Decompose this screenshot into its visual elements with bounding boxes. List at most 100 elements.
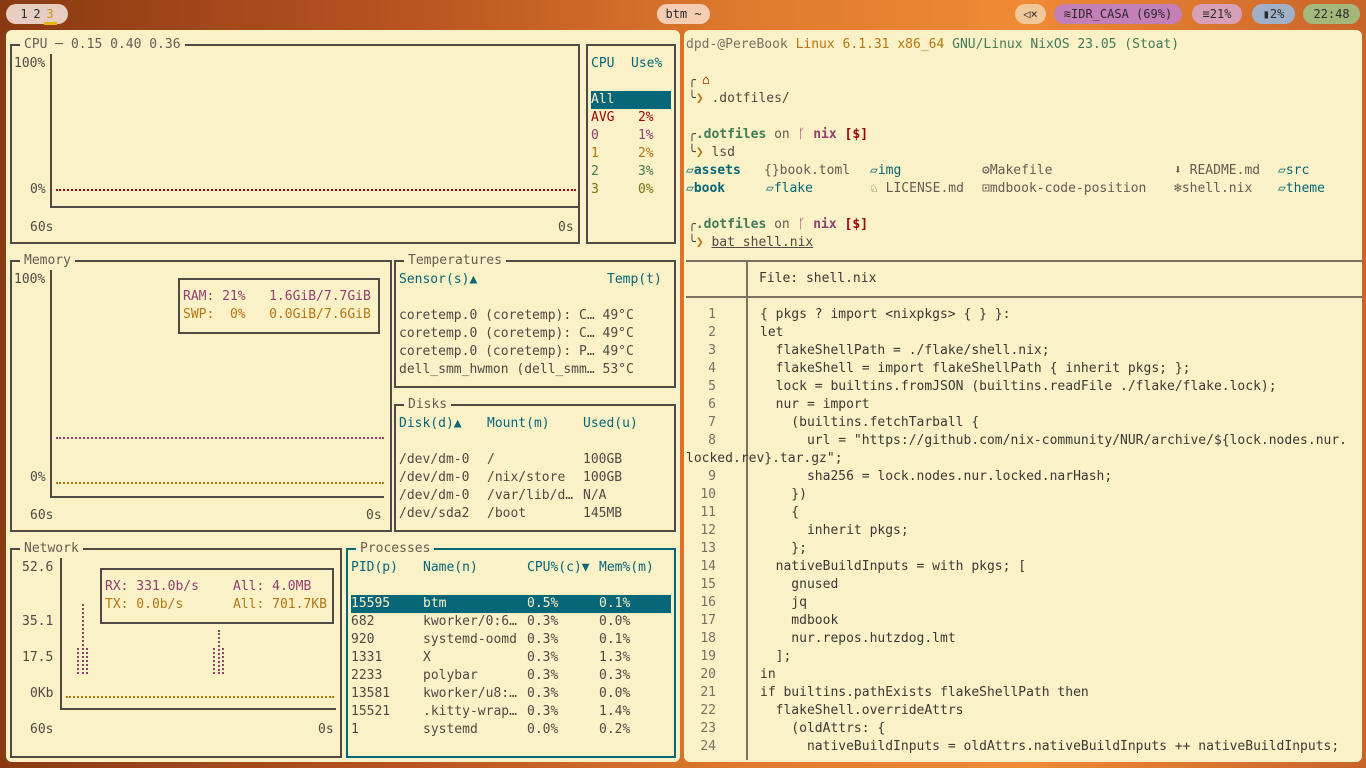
- line-number: 12: [700, 523, 716, 538]
- name-column-header[interactable]: Name(n): [423, 559, 478, 577]
- process-cell[interactable]: 0.3%: [527, 649, 558, 667]
- line-number: 4: [708, 361, 716, 376]
- temp-row[interactable]: dell_smm_hwmon (dell_smm… 53°C: [399, 361, 634, 379]
- process-cell[interactable]: 1331: [351, 649, 382, 667]
- disk-cell[interactable]: 100GB: [583, 451, 622, 469]
- lsd-row: ▱img: [870, 163, 902, 178]
- workspace-2[interactable]: 2: [31, 4, 44, 24]
- rx-rate: RX: 331.0b/s: [105, 579, 199, 594]
- code-line: (oldAttrs: {: [760, 721, 886, 736]
- wifi-indicator[interactable]: ≋IDR_CASA (69%): [1054, 4, 1182, 24]
- process-cell[interactable]: kworker/u8:…: [423, 685, 517, 703]
- process-cell[interactable]: 0.5%: [527, 595, 559, 613]
- cpu-legend-row-0[interactable]: 0 1%: [591, 127, 654, 145]
- cpu-legend-row-avg[interactable]: AVG 2%: [591, 109, 654, 127]
- mem-column-header[interactable]: Mem%(m): [599, 559, 654, 577]
- process-cell[interactable]: 0.2%: [599, 721, 630, 739]
- process-cell[interactable]: 0.0%: [527, 721, 558, 739]
- network-widget[interactable]: Network 52.6 35.1 17.5 0Kb RX: 331.0b/s …: [10, 540, 342, 758]
- used-column-header[interactable]: Used(u): [583, 415, 638, 433]
- disk-cell[interactable]: /boot: [487, 505, 526, 523]
- code-line: nativeBuildInputs = oldAttrs.nativeBuild…: [760, 739, 1340, 754]
- process-cell[interactable]: 0.3%: [599, 667, 630, 685]
- process-cell[interactable]: polybar: [423, 667, 478, 685]
- process-cell[interactable]: systemd: [423, 721, 478, 739]
- memory-widget[interactable]: Memory 100% 0% RAM: 21% 1.6GiB/7.7GiB SW…: [10, 252, 392, 532]
- process-cell[interactable]: 15521: [351, 703, 390, 721]
- folder-icon: ▱: [686, 163, 694, 178]
- workspace-1[interactable]: 1: [18, 4, 31, 24]
- network-legend: RX: 331.0b/s All: 4.0MB TX: 0.0b/s All: …: [100, 568, 334, 624]
- rx-spike: [213, 648, 215, 674]
- code-line: locked.rev}.tar.gz";: [686, 451, 843, 466]
- temp-column-header[interactable]: Temp(t): [607, 271, 662, 289]
- memory-indicator: ≡21%: [1192, 4, 1242, 24]
- disk-cell[interactable]: N/A: [583, 487, 606, 505]
- process-cell[interactable]: 0.0%: [599, 685, 630, 703]
- disk-cell[interactable]: /dev/sda2: [399, 505, 469, 523]
- process-cell[interactable]: 0.3%: [527, 703, 558, 721]
- temp-row[interactable]: coretemp.0 (coretemp): C… 49°C: [399, 325, 634, 343]
- cpu-legend-row-3[interactable]: 3 0%: [591, 181, 654, 199]
- rx-spike: [218, 630, 220, 674]
- process-cell[interactable]: X: [423, 649, 431, 667]
- cpu-legend[interactable]: CPU Use% All AVG 2% 0 1% 1 2% 2 3% 3 0%: [586, 44, 676, 244]
- network-y-label: 17.5: [22, 650, 54, 665]
- temperatures-widget[interactable]: Temperatures Sensor(s)▲ Temp(t) coretemp…: [394, 252, 676, 388]
- rx-total: All: 4.0MB: [233, 579, 312, 594]
- disk-cell[interactable]: /dev/dm-0: [399, 469, 469, 487]
- process-cell[interactable]: systemd-oomd: [423, 631, 517, 649]
- cpu-y-top: 100%: [14, 56, 46, 71]
- temp-row[interactable]: coretemp.0 (coretemp): C… 49°C: [399, 307, 634, 325]
- process-cell[interactable]: 0.3%: [527, 667, 558, 685]
- cpu-legend-row-all[interactable]: All: [591, 91, 671, 109]
- process-cell[interactable]: kworker/0:6…: [423, 613, 517, 631]
- memory-y-bottom: 0%: [30, 470, 46, 485]
- cpu-column-header[interactable]: CPU%(c)▼: [527, 559, 590, 577]
- code-line: if builtins.pathExists flakeShellPath th…: [760, 685, 1089, 700]
- cpu-widget[interactable]: CPU ─ 0.15 0.40 0.36 100% 0% 60s 0s: [10, 36, 580, 244]
- disk-cell[interactable]: /dev/dm-0: [399, 451, 469, 469]
- sensor-column-header[interactable]: Sensor(s)▲: [399, 271, 477, 289]
- process-cell[interactable]: 682: [351, 613, 374, 631]
- process-cell[interactable]: 0.3%: [527, 631, 558, 649]
- process-cell[interactable]: btm: [423, 595, 447, 613]
- process-cell[interactable]: 0.1%: [599, 595, 631, 613]
- disk-cell[interactable]: 100GB: [583, 469, 622, 487]
- process-cell[interactable]: 0.3%: [527, 613, 558, 631]
- process-cell[interactable]: 15595: [351, 595, 391, 613]
- cpu-legend-row-1[interactable]: 1 2%: [591, 145, 654, 163]
- pid-column-header[interactable]: PID(p): [351, 559, 398, 577]
- mount-column-header[interactable]: Mount(m): [487, 415, 550, 433]
- disk-cell[interactable]: /nix/store: [487, 469, 565, 487]
- process-cell[interactable]: .kitty-wrap…: [423, 703, 517, 721]
- process-cell[interactable]: 2233: [351, 667, 382, 685]
- network-y-label: 35.1: [22, 614, 54, 629]
- disk-cell[interactable]: 145MB: [583, 505, 622, 523]
- temp-row[interactable]: coretemp.0 (coretemp): P… 49°C: [399, 343, 634, 361]
- folder-icon: ▱: [1278, 181, 1286, 196]
- disk-cell[interactable]: /var/lib/d…: [487, 487, 573, 505]
- disk-cell[interactable]: /: [487, 451, 495, 469]
- volume-muted-icon[interactable]: ◁×: [1015, 4, 1046, 24]
- process-cell[interactable]: 1: [351, 721, 359, 739]
- rx-spike: [77, 648, 79, 674]
- cpu-legend-row-2[interactable]: 2 3%: [591, 163, 654, 181]
- memory-icon: ≡: [1202, 7, 1210, 21]
- process-cell[interactable]: 1.4%: [599, 703, 630, 721]
- swap-usage: SWP: 0% 0.0GiB/7.6GiB: [183, 307, 371, 322]
- workspace-3-active[interactable]: 3: [43, 7, 57, 25]
- process-cell[interactable]: 1.3%: [599, 649, 630, 667]
- disk-cell[interactable]: /dev/dm-0: [399, 487, 469, 505]
- process-cell[interactable]: 0.1%: [599, 631, 630, 649]
- disks-widget[interactable]: Disks Disk(d)▲ Mount(m) Used(u) /dev/dm-…: [394, 396, 676, 532]
- process-cell[interactable]: 0.0%: [599, 613, 630, 631]
- processes-widget[interactable]: Processes PID(p) Name(n) CPU%(c)▼ Mem%(m…: [346, 540, 676, 758]
- disk-column-header[interactable]: Disk(d)▲: [399, 415, 462, 433]
- process-cell[interactable]: 0.3%: [527, 685, 558, 703]
- terminal-window[interactable]: dpd-@PereBook Linux 6.1.31 x86_64 GNU/Li…: [684, 30, 1362, 762]
- process-cell[interactable]: 13581: [351, 685, 390, 703]
- ram-usage: RAM: 21% 1.6GiB/7.7GiB: [183, 289, 371, 304]
- process-cell[interactable]: 920: [351, 631, 374, 649]
- code-line: let: [760, 325, 784, 340]
